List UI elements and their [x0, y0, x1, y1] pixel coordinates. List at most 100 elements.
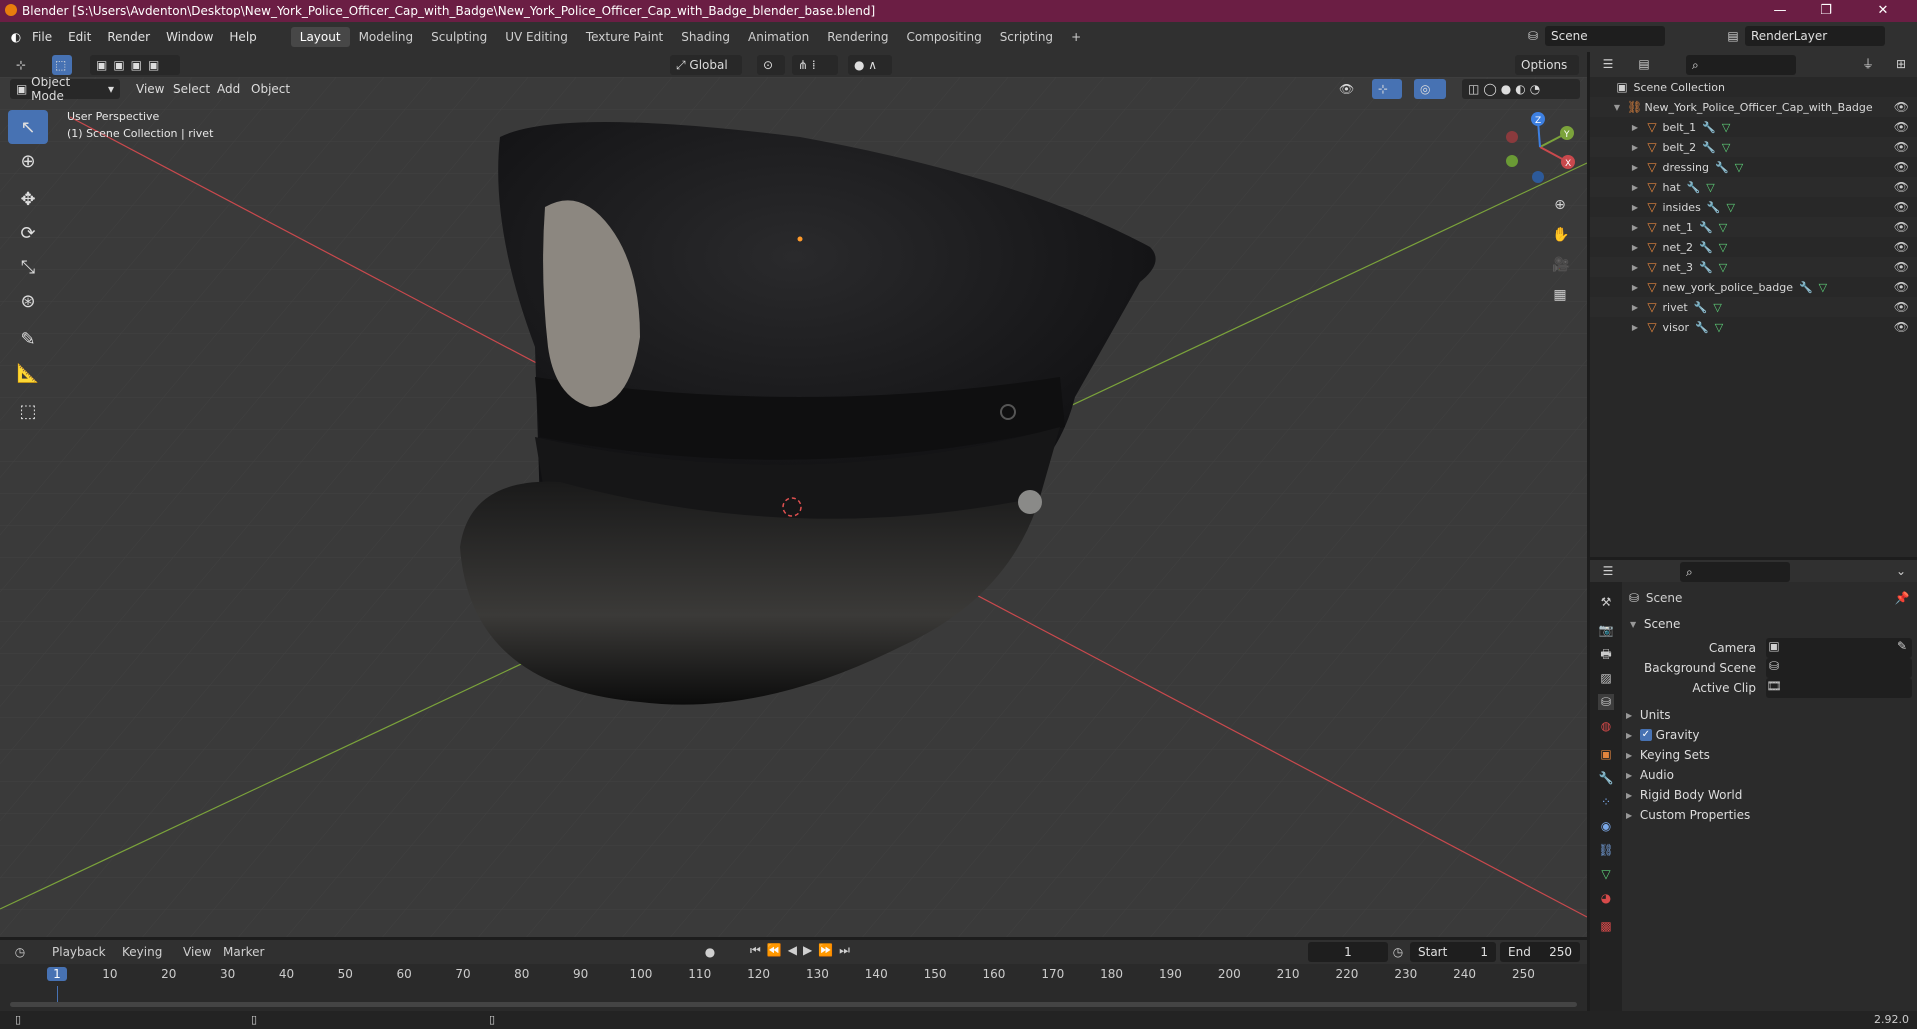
mesh-data-icon[interactable]: ▽ [1719, 241, 1727, 254]
view-layer-tab-icon[interactable]: ▨ [1598, 670, 1614, 686]
world-tab-icon[interactable]: ◍ [1598, 718, 1614, 734]
zoom-icon[interactable]: ⊕ [1552, 197, 1568, 213]
expand-icon[interactable]: ▶ [1590, 263, 1638, 272]
frame-ruler[interactable]: 1 10 20 30 40 50 60 70 80 90 100 110 120 130 140 150 160… [0, 964, 1587, 986]
outliner-editor-icon[interactable]: ☰ [1600, 56, 1616, 72]
expand-icon[interactable]: ▶ [1590, 303, 1638, 312]
mesh-data-icon[interactable]: ▽ [1713, 301, 1721, 314]
eye-icon[interactable]: 👁 [1894, 140, 1909, 154]
tab-rendering[interactable]: Rendering [818, 27, 897, 47]
navigation-gizmo[interactable]: Z Y X [1500, 107, 1580, 187]
modifier-icon[interactable]: 🔧 [1715, 161, 1729, 174]
object-tab-icon[interactable]: ▣ [1598, 746, 1614, 762]
material-tab-icon[interactable]: ◕ [1598, 890, 1614, 906]
rotate-tool-icon[interactable]: ⟳ [8, 216, 48, 250]
particles-tab-icon[interactable]: ⁘ [1598, 794, 1614, 810]
custom-properties-panel[interactable]: ▶ Custom Properties [1626, 804, 1750, 826]
outliner-object-row[interactable]: ▶ ▽ belt_2 🔧 ▽ 👁 [1590, 137, 1917, 157]
eye-icon[interactable]: 👁 [1894, 220, 1909, 234]
modifier-icon[interactable]: 🔧 [1687, 181, 1701, 194]
outliner-object-row[interactable]: ▶ ▽ net_3 🔧 ▽ 👁 [1590, 257, 1917, 277]
pin-icon[interactable]: 📌 [1894, 590, 1910, 606]
gizmo-toggle-icon[interactable]: ⊹ [1372, 79, 1402, 99]
eye-icon[interactable]: 👁 [1894, 280, 1909, 294]
modifier-icon[interactable]: 🔧 [1699, 261, 1713, 274]
timeline-scrollbar[interactable] [10, 1002, 1577, 1007]
object-mode-dropdown[interactable]: ▣ Object Mode ▾ [10, 77, 120, 103]
menu-marker[interactable]: Marker [223, 945, 264, 959]
properties-search-input[interactable]: ⌕ [1680, 562, 1790, 582]
mesh-data-icon[interactable]: ▽ [1722, 121, 1730, 134]
render-layer-selector[interactable]: ▤ RenderLayer [1725, 26, 1915, 46]
eye-icon[interactable]: 👁 [1894, 300, 1909, 314]
close-button[interactable]: ✕ [1849, 0, 1917, 22]
clock-icon[interactable]: ◷ [1390, 944, 1406, 960]
texture-tab-icon[interactable]: ▩ [1598, 918, 1614, 934]
gravity-panel[interactable]: ▶ ✓ Gravity [1626, 724, 1699, 746]
mesh-data-icon[interactable]: ▽ [1706, 181, 1714, 194]
background-scene-field[interactable]: ⛁ [1766, 658, 1912, 678]
active-clip-field[interactable]: 🎞 [1766, 678, 1912, 698]
add-workspace-button[interactable]: + [1062, 27, 1090, 47]
mesh-data-icon[interactable]: ▽ [1735, 161, 1743, 174]
eyedropper-icon[interactable]: ✎ [1894, 638, 1910, 654]
modifier-icon[interactable]: 🔧 [1699, 221, 1713, 234]
playback-controls[interactable]: ⏮⏪◀▶⏩⏭ [750, 943, 856, 958]
outliner-object-row[interactable]: ▶ ▽ visor 🔧 ▽ 👁 [1590, 317, 1917, 337]
tab-modeling[interactable]: Modeling [350, 27, 423, 47]
eye-icon[interactable]: 👁 [1894, 180, 1909, 194]
expand-icon[interactable]: ▶ [1590, 323, 1638, 332]
start-frame-field[interactable]: Start 1 [1410, 942, 1496, 962]
menu-edit[interactable]: Edit [60, 30, 99, 44]
tab-animation[interactable]: Animation [739, 27, 818, 47]
scale-tool-icon[interactable]: ⤡ [8, 250, 48, 284]
3d-viewport[interactable]: ▣ Object Mode ▾ View Select Add Object 👁… [0, 77, 1587, 937]
menu-object[interactable]: Object [245, 79, 296, 99]
display-mode-icon[interactable]: ▤ [1636, 56, 1652, 72]
tab-scripting[interactable]: Scripting [991, 27, 1062, 47]
modifier-icon[interactable]: 🔧 [1699, 241, 1713, 254]
proportional-edit-icon[interactable]: ● ∧ [848, 55, 892, 75]
outliner-object-row[interactable]: ▶ ▽ insides 🔧 ▽ 👁 [1590, 197, 1917, 217]
modifier-icon[interactable]: 🔧 [1695, 321, 1709, 334]
data-tab-icon[interactable]: ▽ [1598, 866, 1614, 882]
mesh-data-icon[interactable]: ▽ [1819, 281, 1827, 294]
modifier-tab-icon[interactable]: 🔧 [1598, 770, 1614, 786]
menu-playback[interactable]: Playback [52, 945, 106, 959]
tab-sculpting[interactable]: Sculpting [422, 27, 496, 47]
measure-tool-icon[interactable]: 📐 [8, 356, 48, 390]
scene-section-header[interactable]: ▼ Scene [1630, 613, 1680, 635]
modifier-icon[interactable]: 🔧 [1707, 201, 1721, 214]
chevron-down-icon[interactable]: ⌄ [1893, 563, 1909, 579]
modifier-icon[interactable]: 🔧 [1799, 281, 1813, 294]
select-tool-icon[interactable]: ↖ [8, 110, 48, 144]
render-layer-field[interactable]: RenderLayer [1745, 26, 1885, 46]
outliner-object-row[interactable]: ▶ ▽ belt_1 🔧 ▽ 👁 [1590, 117, 1917, 137]
eye-icon[interactable]: 👁 [1894, 100, 1909, 114]
scene-selector[interactable]: ⛁ Scene [1525, 26, 1685, 46]
expand-icon[interactable]: ▶ [1590, 143, 1638, 152]
editor-type-icon[interactable]: ⊹ [10, 55, 32, 75]
scene-collection-row[interactable]: ▣ Scene Collection [1590, 77, 1917, 97]
tab-layout[interactable]: Layout [290, 27, 350, 47]
outliner-object-row[interactable]: ▶ ▽ rivet 🔧 ▽ 👁 [1590, 297, 1917, 317]
outliner-object-row[interactable]: ▶ ▽ dressing 🔧 ▽ 👁 [1590, 157, 1917, 177]
outliner-search-input[interactable]: ⌕ [1686, 55, 1796, 75]
eye-icon[interactable]: 👁 [1894, 260, 1909, 274]
visibility-icon[interactable]: 👁 [1333, 79, 1363, 99]
keying-sets-panel[interactable]: ▶ Keying Sets [1626, 744, 1710, 766]
tool-tab-icon[interactable]: ⚒ [1598, 594, 1614, 610]
modifier-icon[interactable]: 🔧 [1702, 141, 1716, 154]
render-tab-icon[interactable]: 📷 [1598, 622, 1614, 638]
transform-orientation-dropdown[interactable]: ⤢ Global [670, 55, 742, 75]
menu-select[interactable]: Select [167, 79, 216, 99]
tab-compositing[interactable]: Compositing [897, 27, 990, 47]
menu-file[interactable]: File [24, 30, 60, 44]
physics-tab-icon[interactable]: ◉ [1598, 818, 1614, 834]
pivot-point-icon[interactable]: ⊙ [757, 55, 785, 75]
menu-add[interactable]: Add [211, 79, 246, 99]
camera-field[interactable]: ▣ ✎ [1766, 638, 1912, 658]
record-icon[interactable]: ● [702, 944, 718, 960]
timeline-editor-icon[interactable]: ◷ [12, 944, 28, 960]
move-tool-icon[interactable]: ✥ [8, 182, 48, 216]
